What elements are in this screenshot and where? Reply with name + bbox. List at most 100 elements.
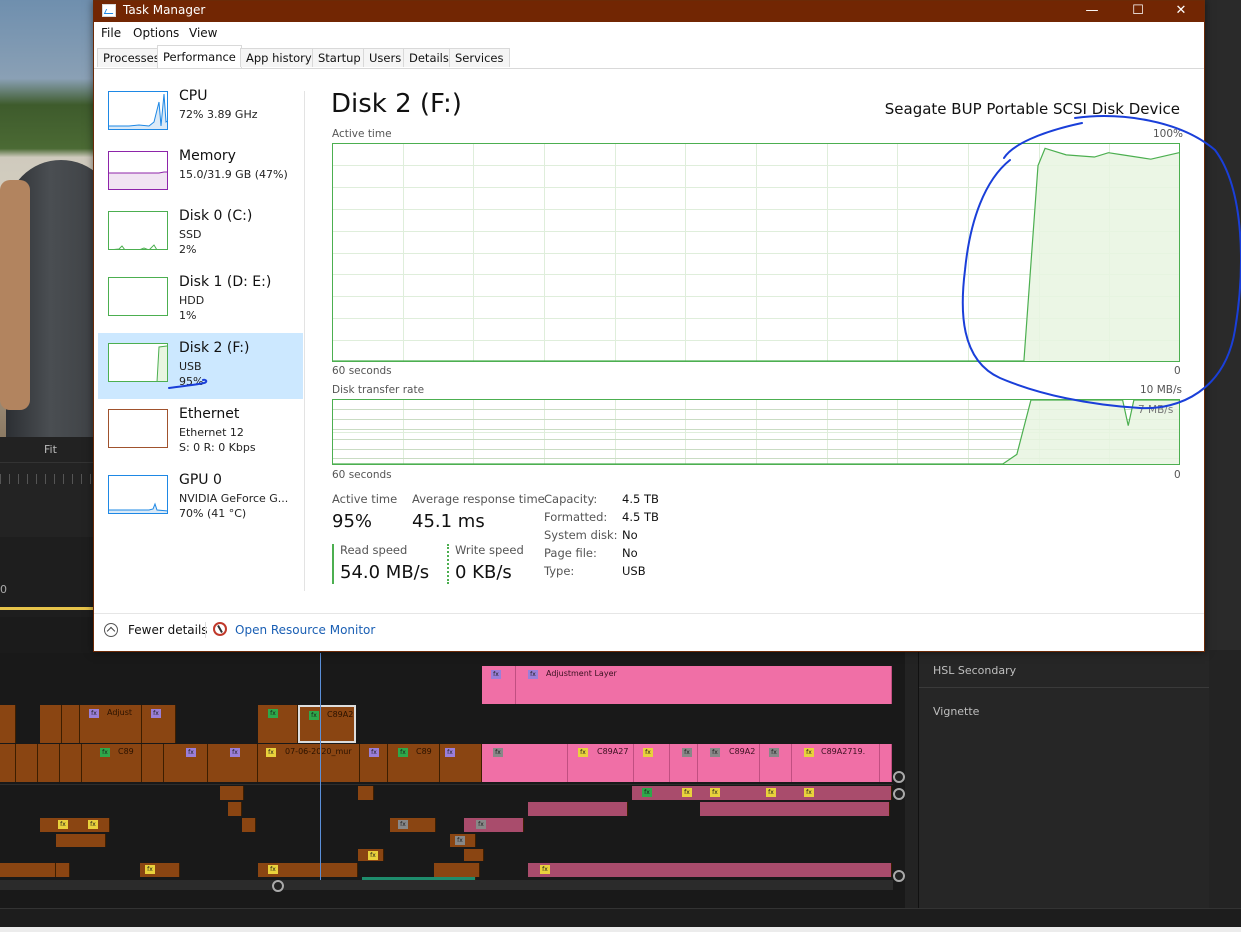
tab-processes[interactable]: Processes — [97, 48, 166, 67]
vignette-section[interactable]: Vignette — [933, 705, 979, 718]
audio-clip[interactable] — [358, 786, 374, 800]
tab-users[interactable]: Users — [363, 48, 408, 67]
timeline-clip[interactable]: fx — [634, 744, 670, 782]
timeline-clip-selected[interactable]: fx C89A2 — [298, 705, 356, 743]
gpu-thumbnail — [108, 475, 168, 514]
timeline-clip[interactable]: fx — [258, 705, 298, 743]
timeline-clip[interactable]: fx C89A2 — [698, 744, 760, 782]
audio-clip[interactable]: fx — [450, 834, 476, 847]
minimize-button[interactable]: — — [1069, 1, 1115, 22]
fx-badge: fx — [528, 670, 538, 679]
read-speed-label: Read speed — [340, 543, 408, 557]
sidebar-item-type: USB — [179, 360, 202, 373]
audio-clip[interactable] — [56, 863, 70, 877]
sidebar-item-cpu[interactable]: CPU 72% 3.89 GHz — [98, 81, 303, 145]
timeline-clip[interactable]: fx — [482, 666, 516, 704]
track-scroll-knob[interactable] — [893, 771, 905, 783]
timeline-clip[interactable]: fx C89 — [82, 744, 142, 782]
sidebar-item-ethernet[interactable]: Ethernet Ethernet 12 S: 0 R: 0 Kbps — [98, 399, 303, 463]
track-scroll-knob[interactable] — [893, 788, 905, 800]
tab-services[interactable]: Services — [449, 48, 510, 67]
page-file-value: No — [622, 546, 638, 560]
audio-clip[interactable]: fx fx fx fx fx — [632, 786, 892, 800]
timeline-clip[interactable] — [38, 744, 60, 782]
audio-clip[interactable] — [528, 802, 628, 816]
sidebar-item-usage: 95% — [179, 375, 204, 388]
timeline-clip[interactable]: fx Adjust — [80, 705, 142, 743]
chevron-up-icon[interactable] — [104, 623, 118, 637]
sidebar-item-disk-1[interactable]: Disk 1 (D: E:) HDD 1% — [98, 267, 303, 331]
timeline-clip[interactable]: fx 07-06-2020_mur — [258, 744, 360, 782]
hsl-secondary-section[interactable]: HSL Secondary — [933, 664, 1016, 677]
audio-clip[interactable] — [700, 802, 890, 816]
timeline-clip[interactable] — [0, 705, 16, 743]
sidebar-item-disk-2[interactable]: Disk 2 (F:) USB 95% — [98, 333, 303, 399]
transfer-rate-chart — [332, 399, 1180, 465]
tab-performance[interactable]: Performance — [157, 45, 242, 68]
timeline-clip[interactable]: fx — [670, 744, 698, 782]
task-manager-window: Task Manager — ☐ ✕ File Options View Pro… — [93, 0, 1205, 652]
timeline-clip[interactable]: fx Adjustment Layer — [516, 666, 892, 704]
timeline-clip[interactable] — [60, 744, 82, 782]
timeline-clip[interactable]: fx — [208, 744, 258, 782]
timeline-clip[interactable]: fx — [164, 744, 208, 782]
timeline-clip[interactable]: fx C89A27 — [568, 744, 634, 782]
fewer-details-button[interactable]: Fewer details — [128, 623, 208, 637]
sidebar-item-memory[interactable]: Memory 15.0/31.9 GB (47%) — [98, 141, 303, 205]
timeline-clip[interactable] — [62, 705, 80, 743]
work-area-bar[interactable] — [0, 607, 94, 610]
timeline-clip[interactable] — [16, 744, 38, 782]
audio-clip[interactable] — [434, 863, 480, 877]
fx-badge: fx — [476, 820, 486, 829]
audio-clip[interactable] — [242, 818, 256, 832]
timeline-clip[interactable] — [0, 744, 16, 782]
menu-options[interactable]: Options — [133, 26, 179, 40]
timeline-clip[interactable]: fx C89 — [388, 744, 440, 782]
tab-app-history[interactable]: App history — [240, 48, 318, 67]
timeline-scrollbar[interactable] — [0, 880, 893, 892]
audio-clip[interactable]: fx — [140, 863, 180, 877]
audio-clip[interactable] — [464, 849, 484, 861]
audio-clip[interactable]: fx fx — [40, 818, 110, 832]
menu-file[interactable]: File — [101, 26, 121, 40]
sidebar-item-gpu[interactable]: GPU 0 NVIDIA GeForce G... 70% (41 °C) — [98, 465, 303, 529]
sidebar-item-usage: 2% — [179, 243, 197, 256]
scrollbar-knob[interactable] — [272, 880, 284, 892]
timeline-clip[interactable]: fx — [482, 744, 568, 782]
type-label: Type: — [544, 564, 575, 578]
menu-view[interactable]: View — [189, 26, 217, 40]
fit-dropdown[interactable]: Fit — [44, 443, 57, 456]
fx-badge: fx — [769, 748, 779, 757]
resource-monitor-icon[interactable] — [213, 622, 227, 636]
audio-clip[interactable]: fx — [464, 818, 524, 832]
close-button[interactable]: ✕ — [1158, 1, 1204, 22]
timeline-clip[interactable]: fx — [760, 744, 792, 782]
timeline-clip[interactable]: fx — [440, 744, 482, 782]
playhead[interactable] — [320, 653, 321, 883]
audio-clip[interactable] — [220, 786, 244, 800]
timeline-clip[interactable]: fx C89A2719. — [792, 744, 880, 782]
fx-badge: fx — [445, 748, 455, 757]
tab-details[interactable]: Details — [403, 48, 455, 67]
maximize-button[interactable]: ☐ — [1115, 1, 1161, 22]
open-resource-monitor-link[interactable]: Open Resource Monitor — [235, 623, 375, 637]
video-preview — [0, 0, 94, 437]
audio-clip[interactable] — [0, 863, 56, 877]
audio-clip[interactable] — [228, 802, 242, 816]
fx-badge: fx — [368, 851, 378, 860]
sidebar-item-disk-0[interactable]: Disk 0 (C:) SSD 2% — [98, 201, 303, 265]
timeline-clip[interactable]: fx — [360, 744, 388, 782]
tab-startup[interactable]: Startup — [312, 48, 367, 67]
timeline-clip[interactable] — [142, 744, 164, 782]
tab-bar: Processes Performance App history Startu… — [94, 44, 1204, 69]
audio-clip[interactable]: fx — [258, 863, 358, 877]
timeline-clip[interactable] — [40, 705, 62, 743]
track-scroll-knob[interactable] — [893, 870, 905, 882]
timeline-clip[interactable]: fx — [142, 705, 176, 743]
audio-clip[interactable] — [56, 834, 106, 847]
audio-clip[interactable]: fx — [528, 863, 892, 877]
audio-clip[interactable]: fx — [390, 818, 436, 832]
audio-clip[interactable]: fx — [358, 849, 384, 861]
timeline-clip[interactable] — [880, 744, 892, 782]
title-bar[interactable]: Task Manager — ☐ ✕ — [94, 1, 1204, 22]
